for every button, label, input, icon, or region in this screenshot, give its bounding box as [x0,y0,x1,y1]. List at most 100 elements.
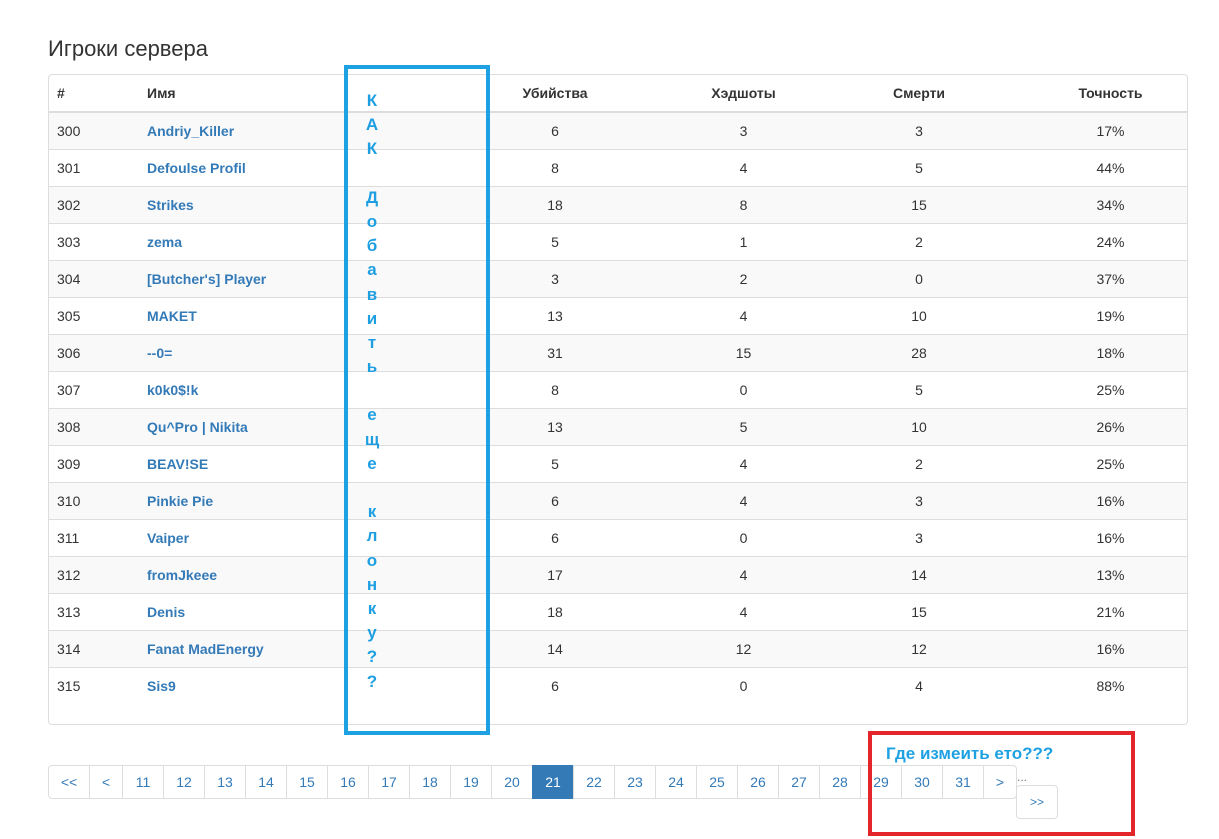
annotation-letter: ? [366,647,378,667]
cell-num: 314 [49,629,139,667]
annotation-letter: к [367,598,377,618]
cell-accuracy: 17% [1032,112,1187,149]
pagination-page-19[interactable]: 19 [450,765,492,799]
cell-accuracy: 44% [1032,148,1187,186]
cell-headshots: 8 [681,185,806,223]
cell-headshots: 1 [681,222,806,260]
pagination-page-25[interactable]: 25 [696,765,738,799]
cell-deaths: 3 [806,518,1032,556]
player-name-link[interactable]: Strikes [147,197,194,213]
player-name-link[interactable]: Denis [147,604,185,620]
annotation-letter: н [366,574,378,594]
player-name-link[interactable]: BEAV!SE [147,456,208,472]
pagination-page-23[interactable]: 23 [614,765,656,799]
header-accuracy[interactable]: Точность [1032,75,1187,113]
cell-num: 309 [49,444,139,482]
cell-num: 308 [49,407,139,445]
annotation-letter: е [367,453,377,473]
table-row: 306 --0= 31 15 28 18% [49,333,1187,371]
pagination-page-16[interactable]: 16 [327,765,369,799]
cell-num: 315 [49,666,139,704]
cell-headshots: 0 [681,370,806,408]
table-row: 304 [Butcher's] Player 3 2 0 37% [49,259,1187,297]
pagination-page-21[interactable]: 21 [532,765,574,799]
pagination-page-27[interactable]: 27 [778,765,820,799]
player-name-link[interactable]: Fanat MadEnergy [147,641,264,657]
cell-headshots: 4 [681,555,806,593]
cell-deaths: 28 [806,333,1032,371]
annotation-vertical-text: КАК Добавить еще к л о н к у?? [362,89,382,694]
player-name-link[interactable]: Qu^Pro | Nikita [147,419,248,435]
pagination-page-18[interactable]: 18 [409,765,451,799]
annotation-letter: щ [364,429,380,449]
player-name-link[interactable]: fromJkeee [147,567,217,583]
table-row: 315 Sis9 6 0 4 88% [49,666,1187,704]
annotation-letter: и [366,308,378,328]
header-headshots[interactable]: Хэдшоты [681,75,806,113]
cell-headshots: 12 [681,629,806,667]
annotation-letter: у [367,623,377,643]
pagination-page-26[interactable]: 26 [737,765,779,799]
cell-deaths: 15 [806,592,1032,630]
cell-headshots: 0 [681,666,806,704]
cell-deaths: 12 [806,629,1032,667]
pagination-page-24[interactable]: 24 [655,765,697,799]
player-name-link[interactable]: zema [147,234,182,250]
annotation-letter: К [366,139,378,159]
pagination-page-13[interactable]: 13 [204,765,246,799]
cell-deaths: 10 [806,407,1032,445]
cell-num: 310 [49,481,139,519]
player-name-link[interactable]: [Butcher's] Player [147,271,266,287]
cell-accuracy: 25% [1032,444,1187,482]
player-name-link[interactable]: Defoulse Profil [147,160,246,176]
pagination-page-11[interactable]: 11 [122,765,164,799]
pagination-prev[interactable]: < [89,765,123,799]
cell-deaths: 2 [806,444,1032,482]
pagination-page-12[interactable]: 12 [163,765,205,799]
player-name-link[interactable]: MAKET [147,308,197,324]
cell-num: 307 [49,370,139,408]
pagination-page-28[interactable]: 28 [819,765,861,799]
cell-num: 311 [49,518,139,556]
annotation-letter: е [367,405,377,425]
table-row: 300 Andriy_Killer 6 3 3 17% [49,112,1187,149]
player-name-link[interactable]: Andriy_Killer [147,123,234,139]
table-row: 301 Defoulse Profil 8 4 5 44% [49,148,1187,186]
pagination-page-20[interactable]: 20 [491,765,533,799]
table-row: 305 MAKET 13 4 10 19% [49,296,1187,334]
player-name-link[interactable]: k0k0$!k [147,382,198,398]
cell-deaths: 5 [806,370,1032,408]
pagination-page-14[interactable]: 14 [245,765,287,799]
table-row: 311 Vaiper 6 0 3 16% [49,518,1187,556]
annotation-letter: л [366,526,378,546]
cell-num: 300 [49,112,139,149]
cell-accuracy: 18% [1032,333,1187,371]
cell-num: 304 [49,259,139,297]
table-row: 308 Qu^Pro | Nikita 13 5 10 26% [49,407,1187,445]
pagination-first[interactable]: << [48,765,90,799]
annotation-letter: в [366,284,378,304]
table-row: 312 fromJkeee 17 4 14 13% [49,555,1187,593]
player-name-link[interactable]: Sis9 [147,678,176,694]
cell-accuracy: 13% [1032,555,1187,593]
pagination-page-22[interactable]: 22 [573,765,615,799]
cell-headshots: 0 [681,518,806,556]
cell-accuracy: 37% [1032,259,1187,297]
player-name-link[interactable]: Vaiper [147,530,189,546]
cell-accuracy: 26% [1032,407,1187,445]
cell-deaths: 4 [806,666,1032,704]
player-name-link[interactable]: --0= [147,345,172,361]
header-deaths[interactable]: Смерти [806,75,1032,113]
player-name-link[interactable]: Pinkie Pie [147,493,213,509]
pagination-page-15[interactable]: 15 [286,765,328,799]
cell-deaths: 15 [806,185,1032,223]
annotation-note: Где измеить ето??? [886,744,1054,763]
table-row: 310 Pinkie Pie 6 4 3 16% [49,481,1187,519]
cell-deaths: 3 [806,112,1032,149]
cell-accuracy: 24% [1032,222,1187,260]
pagination-page-17[interactable]: 17 [368,765,410,799]
annotation-letter: о [366,550,378,570]
cell-deaths: 0 [806,259,1032,297]
header-num[interactable]: # [49,75,139,113]
table-row: 314 Fanat MadEnergy 14 12 12 16% [49,629,1187,667]
